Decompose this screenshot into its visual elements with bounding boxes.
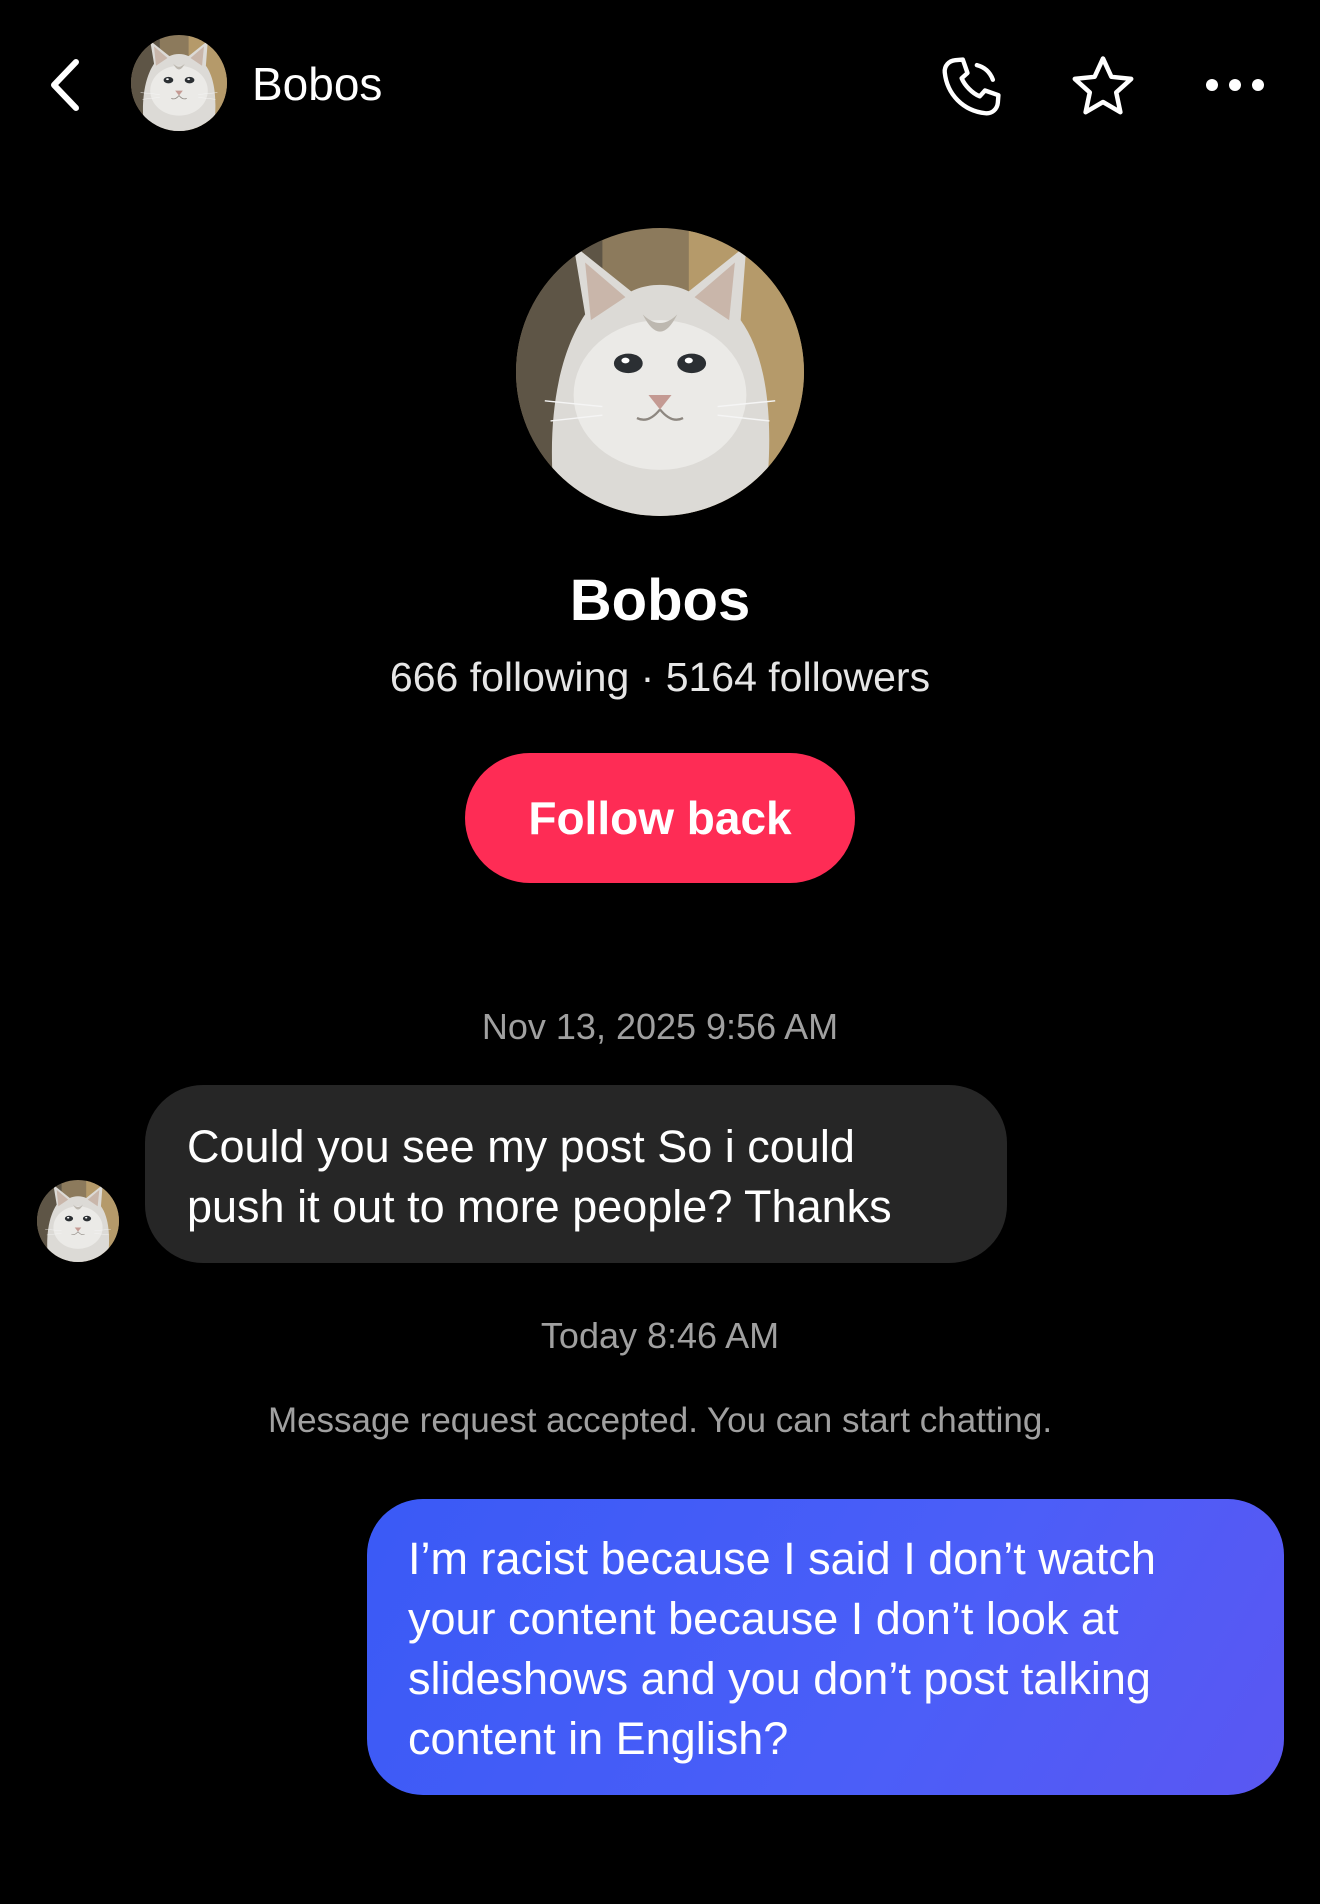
- cat-avatar-image: [37, 1180, 119, 1262]
- cat-avatar-image: [131, 35, 227, 131]
- system-notice: Message request accepted. You can start …: [267, 1401, 1053, 1440]
- more-horizontal-icon: [1206, 79, 1264, 91]
- message-timestamp: Today 8:46 AM: [540, 1315, 780, 1356]
- message-text-line: Could you see my post So i could: [187, 1121, 855, 1172]
- voice-call-button[interactable]: [932, 48, 1010, 126]
- message-text-line: push it out to more people? Thanks: [187, 1181, 892, 1232]
- message-text-line: I’m racist because I said I don’t watch: [408, 1533, 1156, 1584]
- back-button[interactable]: [38, 50, 94, 120]
- incoming-message-bubble[interactable]: Could you see my post So i could push it…: [145, 1085, 1007, 1263]
- message-text-line: your content because I don’t look at: [408, 1593, 1119, 1644]
- profile-name: Bobos: [569, 568, 751, 633]
- favorite-button[interactable]: [1064, 48, 1142, 126]
- follow-back-button[interactable]: Follow back: [465, 753, 855, 883]
- header-username[interactable]: Bobos: [252, 58, 382, 110]
- message-text-line: content in English?: [408, 1713, 789, 1764]
- phone-icon: [942, 57, 1001, 116]
- header-avatar[interactable]: [131, 35, 227, 131]
- star-icon: [1072, 56, 1134, 115]
- message-timestamp: Nov 13, 2025 9:56 AM: [481, 1006, 839, 1047]
- follow-back-label: Follow back: [528, 792, 792, 844]
- more-options-button[interactable]: [1196, 60, 1274, 110]
- message-sender-avatar[interactable]: [37, 1180, 119, 1262]
- outgoing-message-bubble[interactable]: I’m racist because I said I don’t watch …: [367, 1499, 1284, 1795]
- message-text-line: slideshows and you don’t post talking: [408, 1653, 1151, 1704]
- profile-avatar[interactable]: [516, 228, 804, 516]
- cat-avatar-image: [516, 228, 804, 516]
- chevron-left-icon: [51, 59, 79, 111]
- profile-stats: 666 following · 5164 followers: [389, 654, 931, 700]
